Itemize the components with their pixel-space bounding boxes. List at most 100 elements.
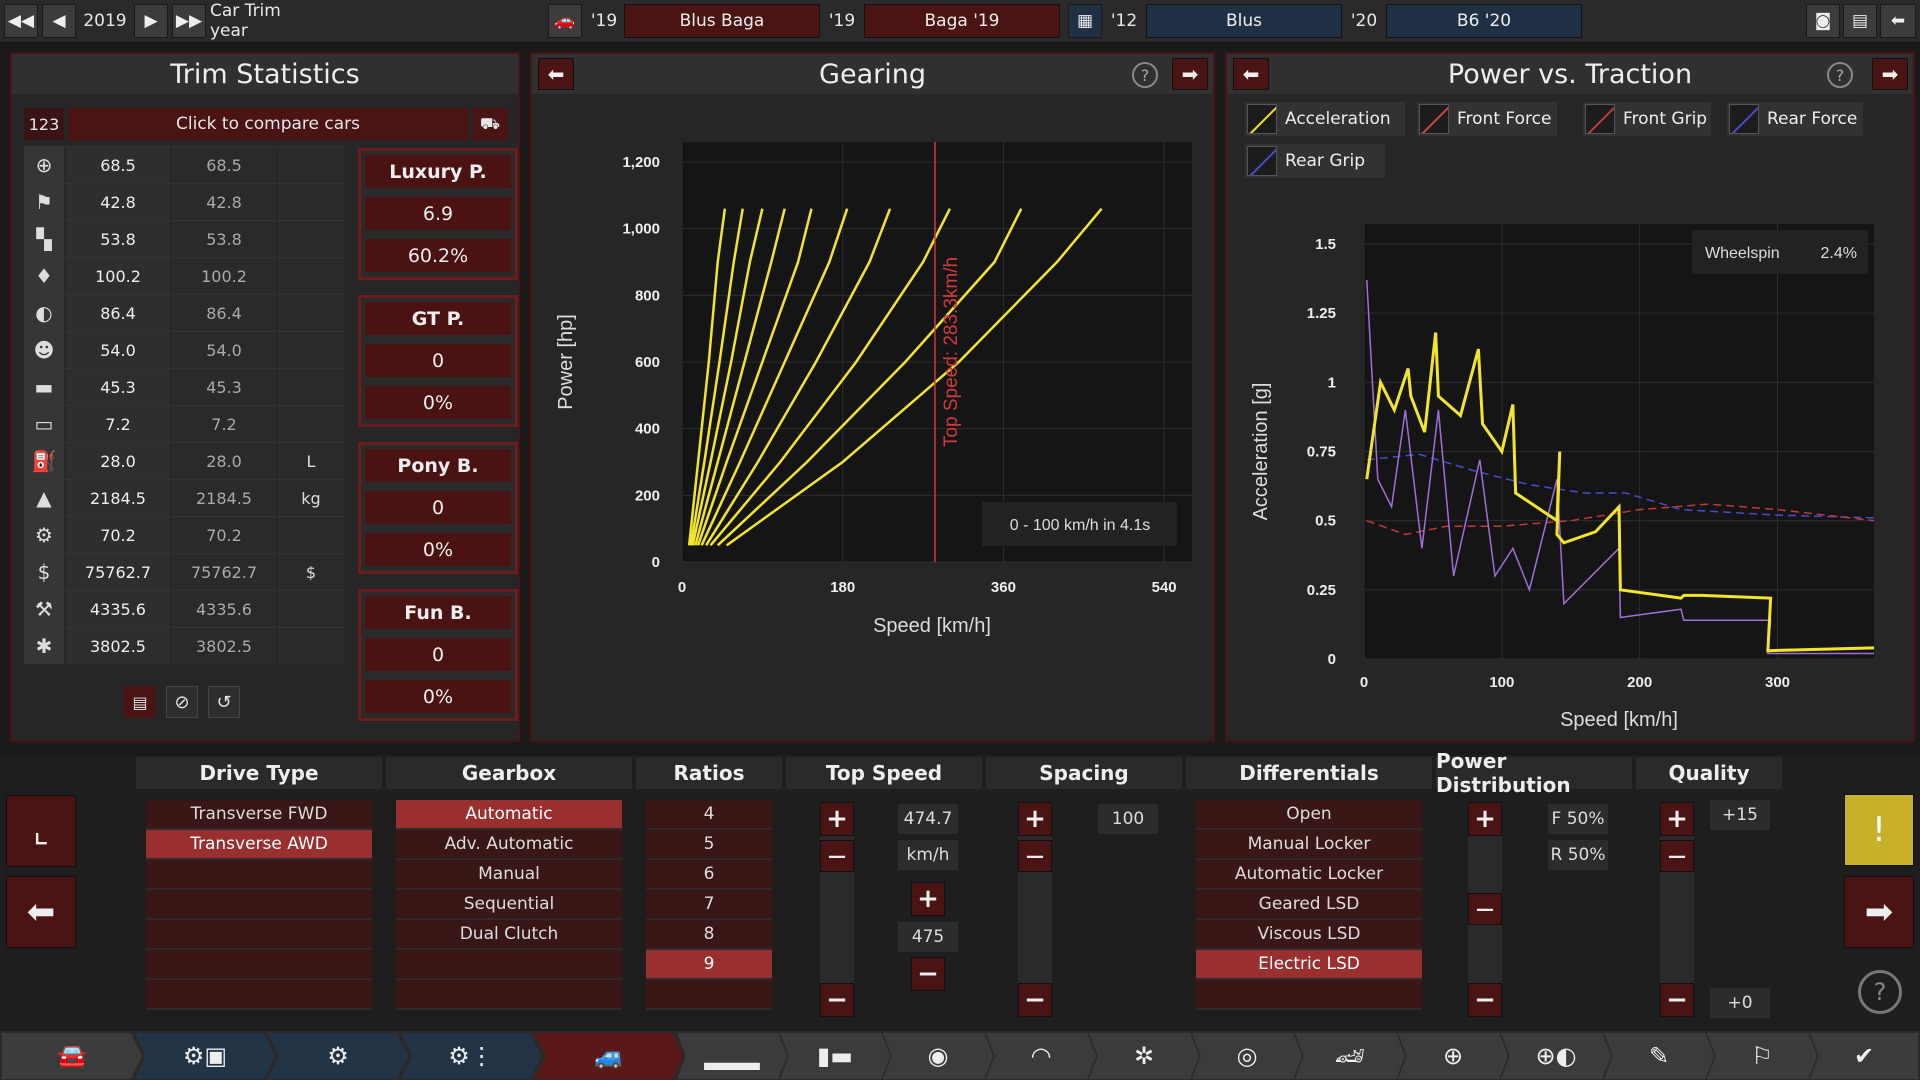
calculator-icon[interactable]: ▤: [1843, 4, 1877, 38]
nav-body-styling-icon[interactable]: 🏎: [1295, 1033, 1405, 1079]
stat-compare-value: 45.3: [172, 369, 276, 405]
engine-variant-name[interactable]: B6 '20: [1386, 4, 1582, 38]
back-icon[interactable]: ⬅: [1880, 4, 1916, 38]
next-button[interactable]: ➡: [1844, 876, 1914, 948]
power-distribution-increase-button[interactable]: +: [1468, 802, 1502, 836]
nav-interior-icon[interactable]: ⊕: [1398, 1033, 1508, 1079]
legend-item[interactable]: Front Force: [1417, 102, 1557, 136]
quality-increase-button[interactable]: +: [1660, 802, 1694, 836]
next-panel-button[interactable]: ➡: [1872, 58, 1908, 90]
race-flag-icon: ⚑: [24, 184, 64, 220]
legend-label: Front Force: [1457, 109, 1552, 129]
legend-item[interactable]: Front Grip: [1583, 102, 1711, 136]
list-item[interactable]: 9: [646, 950, 772, 978]
list-item[interactable]: Automatic Locker: [1196, 860, 1422, 888]
nav-safety-icon[interactable]: ⊕◐: [1501, 1033, 1611, 1079]
y-tick-label: 1.5: [1315, 236, 1336, 253]
top-speed-decrease-button[interactable]: −: [820, 983, 854, 1017]
list-item[interactable]: 6: [646, 860, 772, 888]
legend-item[interactable]: Acceleration: [1245, 102, 1405, 136]
weight-icon: ▲: [24, 480, 64, 516]
prev-panel-button[interactable]: ⬅: [1233, 58, 1269, 90]
list-item[interactable]: Automatic: [396, 800, 622, 828]
nav-drivetrain-icon[interactable]: 🚙: [534, 1033, 684, 1079]
car-model-icon[interactable]: 🚗: [548, 4, 582, 38]
app-root: ◀◀ ◀ 2019 ▶ ▶▶ Car Trim year 🚗 '19 Blus …: [0, 0, 1920, 1080]
power-distribution-decrease-button[interactable]: −: [1468, 983, 1502, 1017]
category-name: GT P.: [365, 302, 511, 335]
nav-trim-chassis-icon[interactable]: ▂▂▂: [677, 1033, 787, 1079]
quality-decrease-button[interactable]: −: [1660, 983, 1694, 1017]
help-icon[interactable]: ?: [1858, 970, 1902, 1014]
nav-engine-family-icon[interactable]: ⚙▣: [135, 1033, 275, 1079]
back-button[interactable]: ⬅: [6, 876, 76, 948]
list-item[interactable]: Viscous LSD: [1196, 920, 1422, 948]
nav-car-body-icon[interactable]: 🚘: [2, 1033, 142, 1079]
nav-testing-icon[interactable]: ✎: [1604, 1033, 1714, 1079]
top-speed-increase-button[interactable]: +: [820, 802, 854, 836]
nav-aero-icon[interactable]: ◉: [883, 1033, 993, 1079]
legend-item[interactable]: Rear Grip: [1245, 144, 1385, 178]
engine-icon[interactable]: ▦: [1068, 4, 1102, 38]
target-speed-decrease-button[interactable]: −: [911, 957, 945, 991]
prev-panel-button[interactable]: ⬅: [538, 58, 574, 90]
list-item[interactable]: 7: [646, 890, 772, 918]
list-item[interactable]: Electric LSD: [1196, 950, 1422, 978]
list-item[interactable]: Dual Clutch: [396, 920, 622, 948]
list-item[interactable]: Open: [1196, 800, 1422, 828]
list-item[interactable]: Sequential: [396, 890, 622, 918]
stat-unit: [278, 628, 344, 664]
nav-engine-tune-icon[interactable]: ⚙⋮: [401, 1033, 541, 1079]
first-year-button[interactable]: ◀◀: [4, 4, 38, 38]
spacing-slider-handle[interactable]: —: [1018, 840, 1052, 872]
warning-button[interactable]: !: [1844, 794, 1914, 866]
list-item[interactable]: Manual: [396, 860, 622, 888]
legend-item[interactable]: Rear Force: [1727, 102, 1863, 136]
nav-engine-block-icon[interactable]: ⚙: [268, 1033, 408, 1079]
compare-car-icon[interactable]: ⛟: [472, 108, 508, 140]
y-tick-label: 0.25: [1307, 582, 1336, 599]
report-icon[interactable]: ▤: [124, 686, 156, 718]
legend-swatch: [1729, 104, 1759, 134]
prev-year-button[interactable]: ◀: [42, 4, 76, 38]
car-model-name[interactable]: Blus Baga: [624, 4, 820, 38]
drive-type-list: Transverse FWD Transverse AWD: [146, 800, 372, 1010]
quality-slider-handle[interactable]: —: [1660, 840, 1694, 872]
next-panel-button[interactable]: ➡: [1172, 58, 1208, 90]
trim-name[interactable]: Baga '19: [864, 4, 1060, 38]
camera-icon[interactable]: ◙: [1806, 4, 1840, 38]
empty-list-slot: [146, 860, 372, 888]
compare-cars-button[interactable]: Click to compare cars: [68, 108, 468, 140]
stat-compare-value: 2184.5: [172, 480, 276, 516]
nav-brakes-icon[interactable]: ◎: [1192, 1033, 1302, 1079]
list-item[interactable]: Adv. Automatic: [396, 830, 622, 858]
nav-wheels-icon[interactable]: ✲: [1089, 1033, 1199, 1079]
stat-compare-value: 100.2: [172, 258, 276, 294]
list-item[interactable]: Transverse AWD: [146, 830, 372, 858]
list-item[interactable]: 5: [646, 830, 772, 858]
target-speed-increase-button[interactable]: +: [911, 882, 945, 916]
list-item[interactable]: Manual Locker: [1196, 830, 1422, 858]
car-year-a: '19: [590, 11, 618, 31]
clear-icon[interactable]: ⊘: [166, 686, 198, 718]
spacing-decrease-button[interactable]: −: [1018, 983, 1052, 1017]
top-speed-slider-handle[interactable]: —: [820, 840, 854, 872]
help-icon[interactable]: ?: [1827, 62, 1853, 88]
last-year-button[interactable]: ▶▶: [172, 4, 206, 38]
list-item[interactable]: 4: [646, 800, 772, 828]
nav-suspension-icon[interactable]: ▮▬: [780, 1033, 890, 1079]
list-item[interactable]: Transverse FWD: [146, 800, 372, 828]
nav-gearing-icon[interactable]: ◠: [986, 1033, 1096, 1079]
reset-icon[interactable]: ↺: [208, 686, 240, 718]
list-item[interactable]: 8: [646, 920, 772, 948]
help-icon[interactable]: ?: [1132, 62, 1158, 88]
engine-family-name[interactable]: Blus: [1146, 4, 1342, 38]
spacing-increase-button[interactable]: +: [1018, 802, 1052, 836]
nav-test-track-icon[interactable]: ⚐: [1707, 1033, 1817, 1079]
design-curve-button[interactable]: ⌞: [6, 795, 76, 867]
next-year-button[interactable]: ▶: [134, 4, 168, 38]
power-distribution-slider-handle[interactable]: —: [1468, 893, 1502, 925]
stat-current-value: 4335.6: [66, 591, 170, 627]
list-item[interactable]: Geared LSD: [1196, 890, 1422, 918]
nav-finish-icon[interactable]: ✔: [1810, 1033, 1918, 1079]
